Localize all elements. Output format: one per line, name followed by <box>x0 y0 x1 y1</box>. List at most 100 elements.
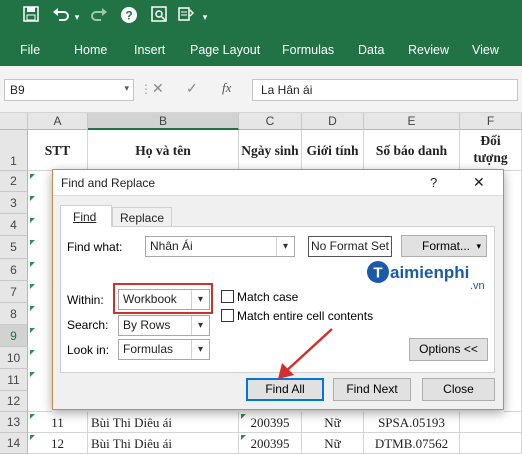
close-button[interactable]: Close <box>422 378 495 401</box>
find-what-input[interactable]: Nhân Ái ▾ <box>145 236 295 257</box>
search-label: Search: <box>67 318 109 332</box>
tab-data[interactable]: Data <box>358 43 384 57</box>
cell-a14[interactable]: 12 <box>28 433 88 454</box>
format-dropdown-icon: ▾ <box>476 241 481 251</box>
row-header-10[interactable]: 10 <box>0 347 28 369</box>
options-button[interactable]: Options << <box>409 338 488 361</box>
cell-b14[interactable]: Bùi Thi Diêu ái <box>88 433 239 454</box>
save-icon[interactable] <box>20 6 42 28</box>
error-indicator <box>30 240 35 245</box>
match-case-label[interactable]: Match case <box>237 290 298 304</box>
dialog-close-icon[interactable]: ✕ <box>473 174 485 191</box>
enter-icon[interactable]: ✓ <box>186 80 198 97</box>
search-select[interactable]: By Rows ▾ <box>118 315 210 336</box>
column-header-d[interactable]: D <box>302 113 364 130</box>
row-header-5[interactable]: 5 <box>0 236 28 259</box>
cell-e13[interactable]: SPSA.05193 <box>364 412 460 433</box>
cell-d13[interactable]: Nữ <box>302 412 364 433</box>
row-header-11[interactable]: 11 <box>0 369 28 391</box>
header-cell-sbd[interactable]: Số báo danh <box>364 130 460 171</box>
find-next-button[interactable]: Find Next <box>333 378 411 401</box>
column-header-e[interactable]: E <box>364 113 460 130</box>
name-box[interactable]: B9 ▾ <box>4 79 134 101</box>
undo-icon[interactable] <box>50 6 72 28</box>
row-header-3[interactable]: 3 <box>0 192 28 214</box>
column-header-c[interactable]: C <box>239 113 302 130</box>
column-header-a[interactable]: A <box>28 113 88 130</box>
cell-d14[interactable]: Nữ <box>302 433 364 454</box>
error-indicator <box>30 306 35 311</box>
look-in-dropdown-icon[interactable]: ▾ <box>191 340 209 359</box>
match-entire-checkbox[interactable] <box>221 309 234 322</box>
taimienphi-logo: T aimienphi .vn <box>365 258 495 292</box>
dialog-title-bar[interactable]: Find and Replace ? ✕ <box>53 170 503 196</box>
tab-formulas[interactable]: Formulas <box>282 43 334 57</box>
error-indicator <box>30 350 35 355</box>
row-header-2[interactable]: 2 <box>0 171 28 192</box>
undo-dropdown-icon[interactable]: ▾ <box>72 6 82 28</box>
look-in-value: Formulas <box>123 342 174 356</box>
tab-view[interactable]: View <box>472 43 499 57</box>
row-header-6[interactable]: 6 <box>0 259 28 281</box>
within-dropdown-icon[interactable]: ▾ <box>191 290 209 309</box>
tab-find-label: Find <box>73 210 97 224</box>
tab-find[interactable]: Find <box>60 205 112 227</box>
error-indicator <box>30 328 35 333</box>
within-select[interactable]: Workbook ▾ <box>118 289 210 310</box>
formula-input[interactable]: La Hân ái <box>252 79 518 101</box>
cell-f14[interactable] <box>460 433 522 454</box>
error-indicator <box>241 414 246 419</box>
customize-icon[interactable] <box>176 6 196 28</box>
cell-b13[interactable]: Bùi Thi Diêu ái <box>88 412 239 433</box>
tab-review[interactable]: Review <box>408 43 449 57</box>
header-cell-gender[interactable]: Giới tính <box>302 130 364 171</box>
cell-c13[interactable]: 200395 <box>239 412 302 433</box>
row-header-4[interactable]: 4 <box>0 214 28 236</box>
tab-home[interactable]: Home <box>74 43 107 57</box>
header-cell-dob[interactable]: Ngày sinh <box>239 130 302 171</box>
row-header-12[interactable]: 12 <box>0 391 28 412</box>
search-dropdown-icon[interactable]: ▾ <box>191 316 209 335</box>
cancel-icon[interactable]: ✕ <box>152 80 164 97</box>
cell-a13[interactable]: 11 <box>28 412 88 433</box>
find-what-dropdown-icon[interactable]: ▾ <box>276 237 294 256</box>
cell-f13[interactable] <box>460 412 522 433</box>
tab-page-layout[interactable]: Page Layout <box>190 43 260 57</box>
row-header-14[interactable]: 14 <box>0 433 28 454</box>
row-header-13[interactable]: 13 <box>0 412 28 433</box>
within-value: Workbook <box>123 292 177 306</box>
insert-function-icon[interactable]: fx <box>222 80 231 96</box>
tab-insert[interactable]: Insert <box>134 43 165 57</box>
print-preview-icon[interactable] <box>148 6 170 28</box>
header-cell-name[interactable]: Họ và tên <box>88 130 239 171</box>
format-button[interactable]: Format... ▾ <box>401 235 487 257</box>
name-box-dropdown-icon[interactable]: ▾ <box>124 83 129 94</box>
row-header-9[interactable]: 9 <box>0 325 28 347</box>
dialog-help-button[interactable]: ? <box>430 175 437 190</box>
row-header-7[interactable]: 7 <box>0 281 28 303</box>
row-header-1[interactable]: 1 <box>0 130 28 171</box>
look-in-label: Look in: <box>67 343 110 357</box>
look-in-select[interactable]: Formulas ▾ <box>118 339 210 360</box>
column-header-b[interactable]: B <box>88 113 239 130</box>
redo-icon[interactable] <box>88 6 110 28</box>
header-cell-stt[interactable]: STT <box>28 130 88 171</box>
header-cell-group[interactable]: Đối tượng <box>460 130 522 171</box>
cell-c14[interactable]: 200395 <box>239 433 302 454</box>
logo-brand: aimienphi <box>390 263 469 282</box>
match-case-checkbox[interactable] <box>221 290 234 303</box>
match-entire-label[interactable]: Match entire cell contents <box>237 309 373 323</box>
error-indicator <box>30 435 35 440</box>
select-all-corner[interactable] <box>0 113 28 130</box>
row-header-8[interactable]: 8 <box>0 303 28 325</box>
column-header-f[interactable]: F <box>460 113 522 130</box>
qat-dropdown-icon[interactable]: ▾ <box>200 6 210 28</box>
help-icon[interactable]: ? <box>118 6 140 28</box>
tab-file[interactable]: File <box>20 43 40 57</box>
svg-text:?: ? <box>125 9 132 23</box>
cell-e14[interactable]: DTMB.07562 <box>364 433 460 454</box>
find-what-value: Nhân Ái <box>150 239 193 253</box>
tab-replace[interactable]: Replace <box>112 207 172 227</box>
column-f-strip <box>504 171 522 412</box>
logo-initial: T <box>373 265 382 282</box>
